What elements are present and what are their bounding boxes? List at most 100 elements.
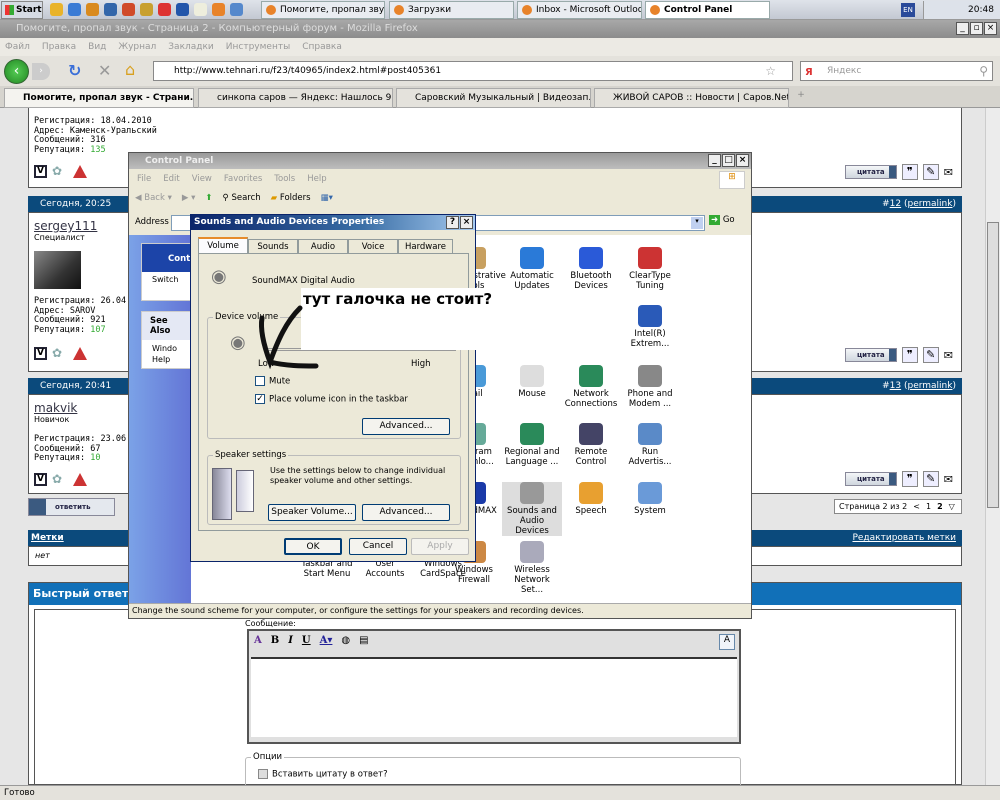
new-tab-button[interactable]: + [792,90,810,106]
app-icon[interactable] [230,3,243,16]
help-button[interactable]: ? [446,216,459,229]
tab-hardware[interactable]: Hardware [398,239,453,254]
italic-button[interactable]: I [288,635,293,646]
quote-button[interactable]: цитата [844,165,897,179]
cp-item[interactable]: Mouse [502,365,562,399]
quote-button[interactable]: цитата [844,348,897,362]
cp-item-user-accounts[interactable]: User Accounts [355,559,415,579]
multiquote-icon[interactable]: ❞ [901,164,918,180]
insert-quote-checkbox[interactable] [258,769,268,779]
tags-link[interactable]: Метки [31,533,64,543]
vcard-icon[interactable]: V [34,347,47,360]
tab-music[interactable]: Саровский Музыкальный | Видеозап... [396,88,591,108]
menu-bookmarks[interactable]: Закладки [168,38,214,56]
menu-view[interactable]: Вид [88,38,106,56]
ie-icon[interactable] [68,3,81,16]
cp-item[interactable]: Speech [561,482,621,516]
tab-yandex[interactable]: синкопа саров — Яндекс: Нашлось 9... [198,88,393,108]
menu-help[interactable]: Help [307,174,326,184]
advanced-speaker-button[interactable]: Advanced... [362,504,450,521]
app-icon[interactable] [158,3,171,16]
cp-item-cardspace[interactable]: Windows CardSpace [413,559,473,579]
post-number-link[interactable]: 13 [890,381,901,391]
cp-item[interactable]: Remote Control [561,423,621,467]
close-button[interactable]: × [460,216,473,229]
menu-tools[interactable]: Инструменты [226,38,290,56]
cancel-button[interactable]: Cancel [349,538,407,555]
reply-button[interactable]: ответить [28,498,115,516]
yandex-icon[interactable]: Я [805,64,813,82]
cp-item[interactable]: Run Advertis... [620,423,680,467]
cp-item[interactable]: Regional and Language ... [502,423,562,467]
multiquote-icon[interactable]: ❞ [901,347,918,363]
ok-button[interactable]: OK [284,538,342,555]
report-icon[interactable] [73,473,87,486]
apply-button[interactable]: Apply [411,538,469,555]
quote-button[interactable]: цитата [844,472,897,486]
place-icon-checkbox[interactable]: ✓ [255,394,265,404]
forward-button[interactable]: › [32,63,50,80]
search-icon[interactable]: ⚲ [979,62,988,80]
prev-page[interactable]: < [913,500,920,513]
menu-edit[interactable]: Edit [163,174,179,184]
report-icon[interactable] [73,347,87,360]
link-icon[interactable]: ◍ [341,635,350,646]
speaker-volume-button[interactable]: Speaker Volume... [268,504,356,521]
app-icon[interactable] [140,3,153,16]
menu-file[interactable]: File [137,174,151,184]
start-button[interactable]: Start [1,1,43,19]
forward-button[interactable]: ▶ ▾ [182,193,196,203]
edit-tags-link[interactable]: Редактировать метки [852,533,956,543]
menu-view[interactable]: View [192,174,212,184]
cp-item[interactable]: Bluetooth Devices [561,247,621,291]
cp-item[interactable]: Intel(R) Extrem... [620,305,680,349]
switch-view-link[interactable]: Switch [142,272,190,284]
up-folder-icon[interactable]: ⬆ [205,193,212,203]
edit-icon[interactable]: ✎ [922,347,939,363]
close-button[interactable]: × [736,154,749,167]
reload-icon[interactable]: ↻ [68,61,81,80]
tab-forum[interactable]: Помогите, пропал звук - Страни... [4,88,194,108]
app-icon[interactable] [194,3,207,16]
folders-button[interactable]: ▰ Folders [271,193,311,203]
dropdown-icon[interactable]: ▽ [949,500,955,513]
cp-item[interactable]: Wireless Network Set... [502,541,562,595]
menu-file[interactable]: Файл [5,38,30,56]
switch-editor-mode-icon[interactable]: A [719,634,735,650]
scrollbar-thumb[interactable] [987,222,999,508]
minimize-button[interactable]: _ [956,22,969,35]
back-button[interactable]: ◀ Back ▾ [135,193,172,203]
remove-format-icon[interactable]: A [254,635,262,646]
username-link[interactable]: makvik [34,401,77,415]
permalink[interactable]: permalink [907,381,952,391]
quick-reply-icon[interactable]: ✉ [944,166,953,179]
restore-button[interactable]: ▫ [970,22,983,35]
cp-item[interactable]: Sounds and Audio Devices [502,482,562,536]
app-icon[interactable] [86,3,99,16]
reputation-icon[interactable]: ✿ [52,347,68,361]
quick-reply-icon[interactable]: ✉ [944,473,953,486]
tab-sarov[interactable]: ЖИВОЙ САРОВ :: Новости | Саров.Net [594,88,789,108]
underline-button[interactable]: U [302,635,311,646]
minimize-button[interactable]: _ [708,154,721,167]
reputation-icon[interactable]: ✿ [52,165,68,179]
tab-sounds[interactable]: Sounds [248,239,298,254]
quicklaunch-icon[interactable] [50,3,63,16]
page-link[interactable]: 1 [926,500,931,513]
reputation-icon[interactable]: ✿ [52,473,68,487]
app-icon[interactable] [104,3,117,16]
firefox-icon[interactable] [212,3,225,16]
home-icon[interactable]: ⌂ [125,60,135,79]
tab-volume[interactable]: Volume [198,237,248,254]
multiquote-icon[interactable]: ❞ [901,471,918,487]
go-button[interactable]: ➜ Go [709,215,735,225]
windows-update-link[interactable]: Windo [142,340,190,353]
font-color-button[interactable]: A▾ [320,635,333,646]
vcard-icon[interactable]: V [34,165,47,178]
vcard-icon[interactable]: V [34,473,47,486]
edit-icon[interactable]: ✎ [922,164,939,180]
tab-voice[interactable]: Voice [348,239,398,254]
taskbar-button[interactable]: Помогите, пропал звук ... [261,1,385,19]
message-textarea[interactable] [251,657,737,737]
address-dropdown[interactable]: ▾ [691,217,703,229]
